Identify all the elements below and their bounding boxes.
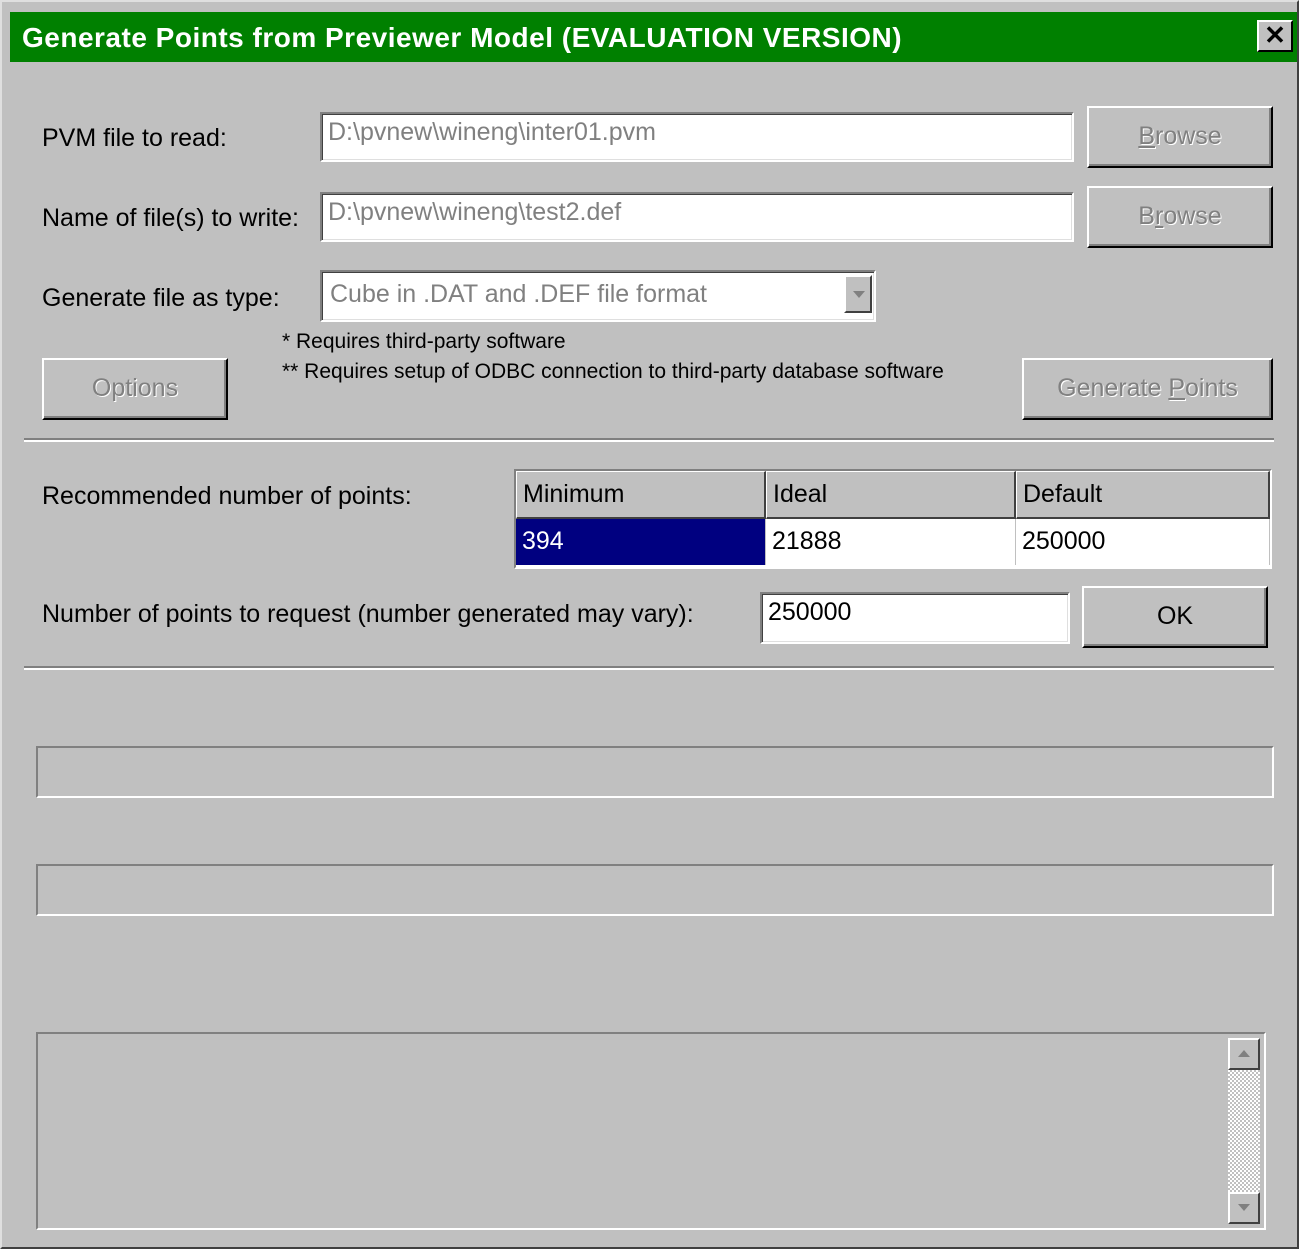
separator-bottom [24,666,1274,670]
browse-pvm-button[interactable]: Browse [1087,106,1273,168]
generate-pre: Generate [1057,374,1169,402]
vertical-scrollbar[interactable] [1228,1038,1260,1224]
browse-pvm-rest: rowse [1155,122,1222,150]
output-file-input[interactable]: D:\pvnew\wineng\test2.def [320,192,1074,242]
note-odbc: ** Requires setup of ODBC connection to … [282,360,944,383]
file-type-selected: Cube in .DAT and .DEF file format [330,280,708,308]
chevron-down-icon [853,291,865,298]
browse-output-pre: B [1138,202,1155,230]
close-icon: ✕ [1264,20,1286,50]
pvm-file-input[interactable]: D:\pvnew\wineng\inter01.pvm [320,112,1074,162]
recommended-points-label: Recommended number of points: [42,482,412,510]
close-button[interactable]: ✕ [1257,20,1293,52]
separator-top [24,438,1274,442]
points-request-label: Number of points to request (number gene… [42,600,694,628]
window-title: Generate Points from Previewer Model (EV… [22,22,903,53]
progress-bar-1 [36,746,1274,798]
options-button[interactable]: Options [42,358,228,420]
grid-cell-ideal[interactable]: 21888 [766,519,1016,565]
browse-output-button[interactable]: Browse [1087,186,1273,248]
note-third-party: * Requires third-party software [282,330,566,353]
recommended-points-grid[interactable]: Minimum Ideal Default 394 21888 250000 [514,469,1272,569]
generate-points-button[interactable]: Generate Points [1022,358,1273,420]
grid-cell-minimum[interactable]: 394 [516,519,766,565]
file-type-select[interactable]: Cube in .DAT and .DEF file format [320,270,876,322]
scroll-down-arrow-icon [1238,1204,1250,1211]
browse-output-rest: owse [1163,202,1222,230]
file-type-dropdown-button[interactable] [844,275,872,313]
generate-rest: oints [1185,374,1238,402]
grid-cell-default[interactable]: 250000 [1016,519,1270,565]
ok-button[interactable]: OK [1082,586,1268,648]
progress-bar-2 [36,864,1274,916]
output-file-label: Name of file(s) to write: [42,204,300,232]
title-bar: Generate Points from Previewer Model (EV… [10,12,1297,62]
points-request-input[interactable]: 250000 [760,592,1070,644]
scroll-up-arrow-icon [1238,1050,1250,1057]
generate-points-dialog: Generate Points from Previewer Model (EV… [0,0,1299,1249]
grid-header-minimum: Minimum [516,471,766,519]
scroll-down-button[interactable] [1228,1192,1260,1224]
grid-header-ideal: Ideal [766,471,1016,519]
grid-header-default: Default [1016,471,1270,519]
scroll-up-button[interactable] [1228,1038,1260,1070]
browse-pvm-accel: B [1138,122,1155,150]
file-type-label: Generate file as type: [42,284,280,312]
log-listbox[interactable] [36,1032,1266,1230]
generate-accel: P [1168,374,1186,402]
pvm-file-label: PVM file to read: [42,124,227,152]
